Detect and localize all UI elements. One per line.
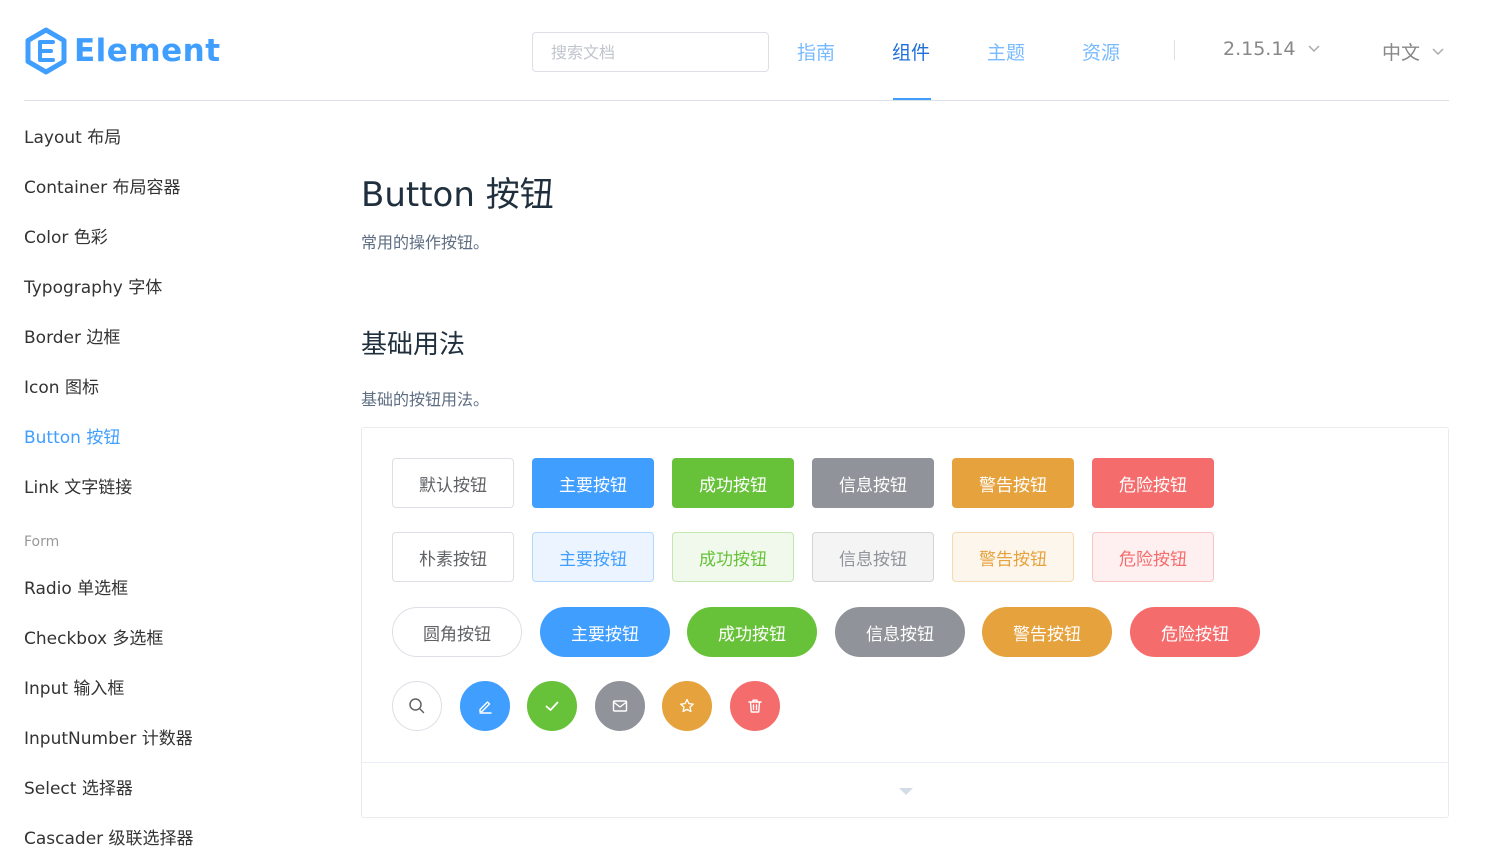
sidebar-item-border[interactable]: Border 边框 xyxy=(24,323,120,348)
check-icon xyxy=(545,701,559,711)
element-hexagon-icon xyxy=(25,27,67,75)
caret-down-icon xyxy=(899,788,913,795)
message-icon xyxy=(612,700,628,712)
round-warning-button[interactable]: 警告按钮 xyxy=(982,607,1112,657)
demo-expand-bar[interactable] xyxy=(362,762,1448,817)
page-description: 常用的操作按钮。 xyxy=(361,233,490,252)
circle-check-button[interactable] xyxy=(527,681,577,731)
version-label: 2.15.14 xyxy=(1223,38,1296,60)
circle-search-button[interactable] xyxy=(392,681,442,731)
round-default-button[interactable]: 圆角按钮 xyxy=(392,607,522,657)
plain-danger-button[interactable]: 危险按钮 xyxy=(1092,532,1214,582)
sidebar-item-input[interactable]: Input 输入框 xyxy=(24,674,124,699)
circle-delete-button[interactable] xyxy=(730,681,780,731)
top-header: Element 指南 组件 主题 资源 2.15.14 中文 xyxy=(24,0,1449,101)
sidebar-item-link[interactable]: Link 文字链接 xyxy=(24,473,132,498)
nav-resource[interactable]: 资源 xyxy=(1082,38,1120,65)
sidebar-item-color[interactable]: Color 色彩 xyxy=(24,223,108,248)
delete-icon xyxy=(748,699,762,713)
warning-button[interactable]: 警告按钮 xyxy=(952,458,1074,508)
circle-star-button[interactable] xyxy=(662,681,712,731)
search-input[interactable] xyxy=(532,32,769,72)
nav-component[interactable]: 组件 xyxy=(892,38,930,65)
sidebar-item-select[interactable]: Select 选择器 xyxy=(24,774,133,799)
plain-primary-button[interactable]: 主要按钮 xyxy=(532,532,654,582)
section-description: 基础的按钮用法。 xyxy=(361,390,490,409)
nav-theme[interactable]: 主题 xyxy=(987,38,1025,65)
element-logo[interactable]: Element xyxy=(24,27,221,75)
info-button[interactable]: 信息按钮 xyxy=(812,458,934,508)
primary-button[interactable]: 主要按钮 xyxy=(532,458,654,508)
round-success-button[interactable]: 成功按钮 xyxy=(687,607,817,657)
star-icon xyxy=(680,698,694,713)
section-title: 基础用法 xyxy=(361,330,466,360)
plain-info-button[interactable]: 信息按钮 xyxy=(812,532,934,582)
circle-message-button[interactable] xyxy=(595,681,645,731)
round-primary-button[interactable]: 主要按钮 xyxy=(540,607,670,657)
plain-warning-button[interactable]: 警告按钮 xyxy=(952,532,1074,582)
round-info-button[interactable]: 信息按钮 xyxy=(835,607,965,657)
logo-text: Element xyxy=(74,33,221,69)
nav-guide[interactable]: 指南 xyxy=(797,38,835,65)
chevron-down-icon xyxy=(1308,45,1320,53)
success-button[interactable]: 成功按钮 xyxy=(672,458,794,508)
sidebar-group-form: Form xyxy=(24,534,60,550)
sidebar-item-button[interactable]: Button 按钮 xyxy=(24,423,120,448)
sidebar-item-radio[interactable]: Radio 单选框 xyxy=(24,574,128,599)
chevron-down-icon xyxy=(1432,47,1444,55)
plain-default-button[interactable]: 朴素按钮 xyxy=(392,532,514,582)
version-dropdown[interactable]: 2.15.14 xyxy=(1223,38,1320,60)
circle-edit-button[interactable] xyxy=(460,681,510,731)
demo-block: 默认按钮 主要按钮 成功按钮 信息按钮 警告按钮 危险按钮 朴素按钮 主要按钮 … xyxy=(361,427,1449,818)
sidebar-item-cascader[interactable]: Cascader 级联选择器 xyxy=(24,824,194,849)
edit-icon xyxy=(479,701,492,714)
search-icon xyxy=(409,698,425,714)
round-danger-button[interactable]: 危险按钮 xyxy=(1130,607,1260,657)
danger-button[interactable]: 危险按钮 xyxy=(1092,458,1214,508)
language-label: 中文 xyxy=(1382,42,1421,64)
nav-divider xyxy=(1174,40,1175,60)
sidebar-item-icon[interactable]: Icon 图标 xyxy=(24,373,99,398)
page-title: Button 按钮 xyxy=(361,175,554,215)
sidebar-item-typography[interactable]: Typography 字体 xyxy=(24,273,162,298)
sidebar-item-layout[interactable]: Layout 布局 xyxy=(24,123,121,148)
sidebar-item-checkbox[interactable]: Checkbox 多选框 xyxy=(24,624,163,649)
sidebar-item-container[interactable]: Container 布局容器 xyxy=(24,173,180,198)
language-dropdown[interactable]: 中文 xyxy=(1382,38,1444,65)
nav-active-indicator xyxy=(893,98,931,100)
default-button[interactable]: 默认按钮 xyxy=(392,458,514,508)
sidebar-item-inputnumber[interactable]: InputNumber 计数器 xyxy=(24,724,193,749)
plain-success-button[interactable]: 成功按钮 xyxy=(672,532,794,582)
